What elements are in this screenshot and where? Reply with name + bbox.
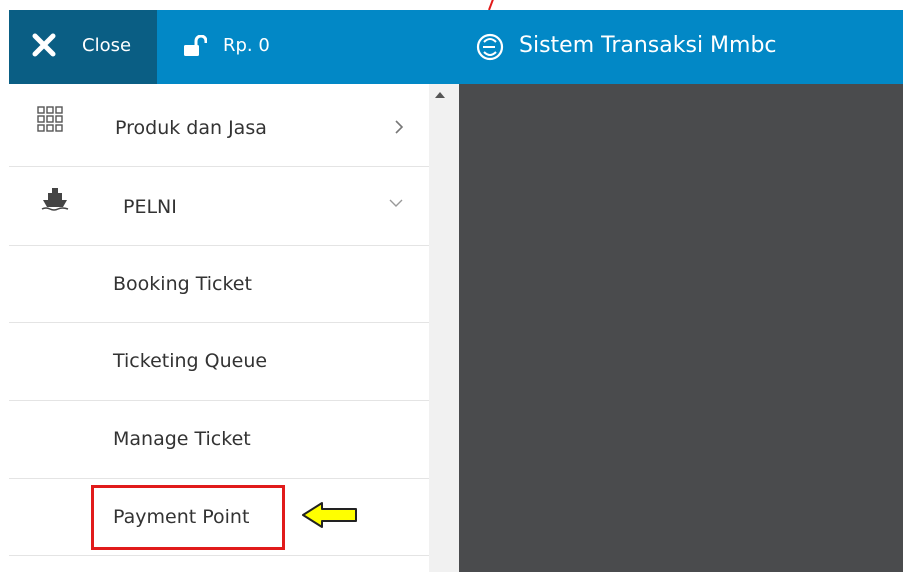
sidebar-item-pelni[interactable]: PELNI — [9, 167, 429, 246]
close-button[interactable]: Close — [9, 10, 157, 84]
submenu-item-label: Booking Ticket — [113, 273, 252, 295]
chevron-down-icon — [389, 199, 403, 207]
pointer-arrow-icon — [302, 502, 357, 528]
submenu-item-manage-ticket[interactable]: Manage Ticket — [9, 401, 429, 479]
sidebar-item-produk-dan-jasa[interactable]: Produk dan Jasa — [9, 84, 429, 167]
sidebar-item-label: Produk dan Jasa — [115, 117, 267, 139]
app-logo-icon — [476, 33, 504, 61]
annotation-mark — [488, 0, 494, 10]
sidebar-item-label: PELNI — [123, 196, 177, 218]
scroll-up-icon[interactable] — [435, 92, 445, 98]
highlight-box — [91, 485, 285, 550]
top-bar: Close Rp. 0 Sistem Transaksi Mmbc — [9, 10, 903, 84]
close-icon — [32, 33, 56, 57]
chevron-right-icon — [395, 120, 404, 134]
grid-icon — [37, 106, 63, 132]
submenu-item-label: Manage Ticket — [113, 428, 251, 450]
unlock-icon — [184, 35, 207, 56]
ship-icon — [41, 188, 69, 211]
main-content-area — [459, 84, 903, 572]
submenu-item-ticketing-queue[interactable]: Ticketing Queue — [9, 323, 429, 401]
sidebar-scrollbar[interactable] — [429, 84, 459, 572]
app-title-label: Sistem Transaksi Mmbc — [519, 33, 777, 58]
submenu-item-label: Ticketing Queue — [113, 350, 268, 372]
close-label: Close — [82, 35, 132, 56]
submenu-item-booking-ticket[interactable]: Booking Ticket — [9, 246, 429, 323]
balance-label: Rp. 0 — [223, 35, 270, 56]
